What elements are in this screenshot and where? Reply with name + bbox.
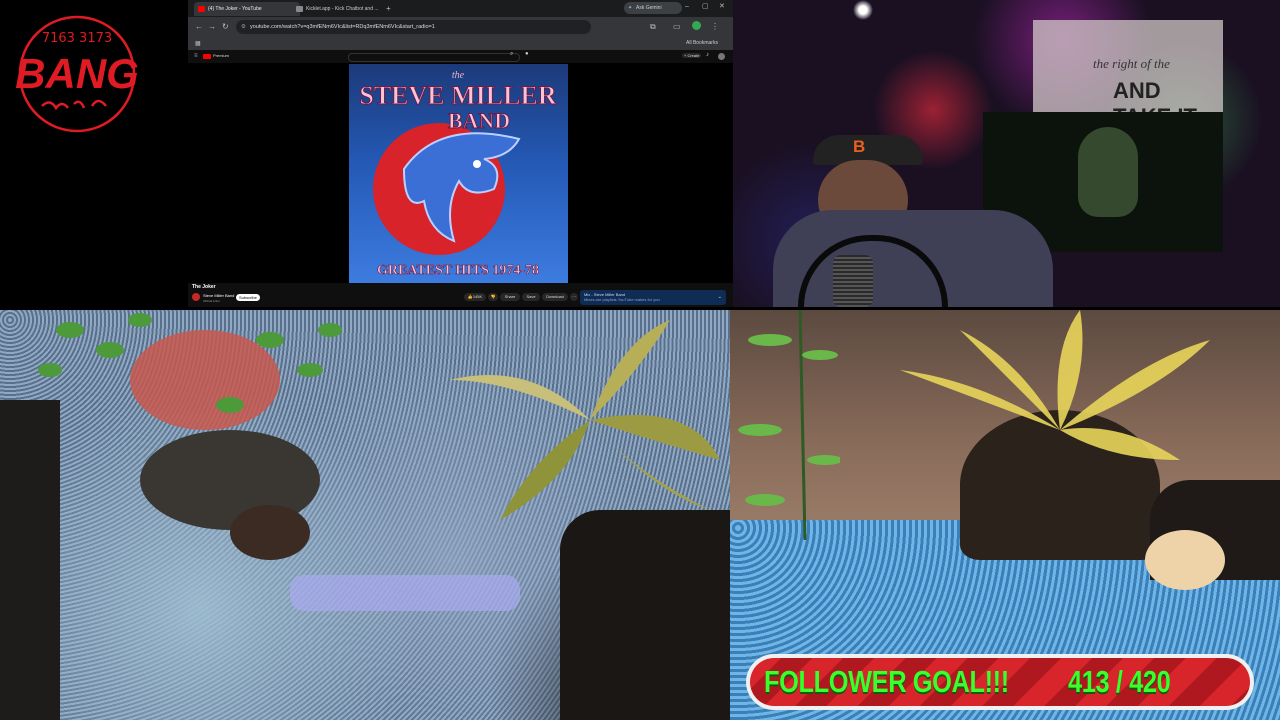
logo-text: BANG [15, 50, 139, 97]
yt-avatar[interactable] [718, 53, 725, 60]
tab-kicklet-label: Kicklet.app - Kick Chatbot and ... [306, 6, 379, 12]
channel-logo: 7163 3173 BANG [12, 14, 142, 134]
video-title: The Joker [192, 284, 216, 290]
subscribe-button[interactable]: Subscribe [236, 294, 260, 301]
youtube-page: ≡ Premium ⌕ ● + Create ♪ the STEVE MILLE… [188, 50, 733, 307]
video-player[interactable]: the STEVE MILLER BAND GREATEST HITS 1974… [188, 63, 733, 283]
video-info: The Joker Steve Miller Band Official Art… [188, 283, 733, 307]
menu-icon[interactable]: ⋮ [711, 22, 719, 32]
up-next-subtitle: Mixes are playlists YouTube makes for yo… [584, 297, 660, 302]
album-band-sub: BAND [448, 108, 510, 133]
album-cover: the STEVE MILLER BAND GREATEST HITS 1974… [349, 64, 568, 283]
all-bookmarks[interactable]: All Bookmarks [686, 40, 718, 46]
youtube-brand: Premium [213, 53, 230, 58]
address-url: youtube.com/watch?v=q3mfENm6VIc&list=RDq… [250, 24, 435, 30]
album-band-title: STEVE MILLER [359, 81, 556, 110]
download-label: Download [546, 294, 564, 299]
rock-left [0, 400, 60, 720]
plant-right [440, 320, 720, 530]
bookmarks-bar: ▦ All Bookmarks [188, 37, 733, 51]
turtle-tank-feed [0, 310, 730, 720]
site-info-icon: ⚙ [241, 24, 246, 30]
new-tab-button[interactable]: + [384, 2, 396, 16]
browser-window: (4) The Joker - YouTube Kicklet.app - Ki… [188, 0, 733, 307]
tab-youtube-label: (4) The Joker - YouTube [208, 6, 262, 12]
follower-goal-label: FOLLOWER GOAL!!! [764, 664, 1009, 699]
youtube-logo-icon[interactable] [203, 54, 211, 59]
like-count: 145K [472, 294, 483, 299]
youtube-icon [198, 6, 205, 12]
channel-subtitle: Official Artist [203, 299, 220, 303]
up-next-panel[interactable]: Mix - Steve Miller Band Mixes are playli… [580, 290, 726, 305]
back-icon[interactable]: ← [195, 22, 203, 32]
yellow-plant [890, 310, 1230, 470]
album-title: GREATEST HITS 1974-78 [377, 263, 539, 278]
plant-top [30, 310, 360, 430]
share-label: Share [504, 294, 516, 299]
tab-kicklet[interactable]: Kicklet.app - Kick Chatbot and ... [292, 2, 394, 16]
gemini-icon: ✦ [628, 5, 633, 11]
ask-gemini-label: Ask Gemini [636, 5, 662, 11]
webcam-feed: the right of the AND TAKE IT B [733, 0, 1280, 307]
more-actions-icon[interactable]: ⋯ [570, 293, 578, 301]
sidepanel-icon[interactable]: ▭ [673, 22, 681, 32]
hamburger-icon[interactable]: ≡ [194, 53, 198, 59]
banner-line: the right of the [1093, 56, 1170, 71]
channel-name[interactable]: Steve Miller Band [203, 293, 234, 298]
notification-icon[interactable]: ♪ [706, 52, 709, 58]
channel-avatar[interactable] [192, 293, 200, 301]
follower-goal-bar: FOLLOWER GOAL!!! 413 / 420 [746, 654, 1254, 710]
profile-avatar[interactable] [692, 21, 701, 30]
skull-icon [1078, 127, 1138, 217]
follower-goal-fill: FOLLOWER GOAL!!! 413 / 420 [750, 658, 1250, 706]
minimize-icon[interactable]: – [685, 2, 689, 12]
apps-icon[interactable]: ▦ [195, 39, 201, 49]
green-plant [730, 310, 843, 541]
search-input[interactable] [348, 53, 520, 62]
follower-goal-count: 413 / 420 [1068, 664, 1171, 699]
tab-bar: (4) The Joker - YouTube Kicklet.app - Ki… [188, 0, 733, 17]
microphone [833, 255, 873, 307]
bengals-logo: B [853, 137, 866, 156]
album-band-top: the [452, 70, 465, 81]
share-button[interactable]: Share [500, 293, 520, 301]
rock-right [560, 510, 730, 720]
kicklet-icon [296, 6, 303, 12]
browser-toolbar: ← → ↻ ⚙ youtube.com/watch?v=q3mfENm6VIc&… [188, 17, 733, 37]
tab-youtube[interactable]: (4) The Joker - YouTube [194, 2, 300, 16]
save-button[interactable]: Save [522, 293, 540, 301]
logo-ring-text: 7163 3173 [42, 31, 112, 46]
close-icon[interactable]: ✕ [719, 2, 725, 12]
chevron-down-icon[interactable]: ⌄ [718, 294, 722, 300]
search-icon[interactable]: ⌕ [510, 51, 513, 58]
shell [1145, 530, 1225, 590]
download-button[interactable]: Download [542, 293, 568, 301]
extensions-icon[interactable]: ⧉ [650, 22, 656, 32]
ask-gemini-button[interactable]: ✦ Ask Gemini [624, 2, 682, 14]
youtube-header: ≡ Premium ⌕ ● + Create ♪ [188, 50, 733, 63]
save-label: Save [526, 294, 536, 299]
dislike-button[interactable]: 👎 [488, 293, 498, 301]
maximize-icon[interactable]: ▢ [702, 2, 709, 12]
like-button[interactable]: 👍145K [464, 293, 486, 301]
heater [290, 575, 520, 611]
forward-icon[interactable]: → [208, 22, 216, 32]
flag-banner: the right of the AND TAKE IT [1033, 20, 1223, 129]
turtle [230, 505, 310, 560]
mic-icon[interactable]: ● [525, 51, 529, 57]
reload-icon[interactable]: ↻ [222, 22, 229, 32]
create-button[interactable]: + Create [682, 53, 702, 58]
address-bar[interactable]: ⚙ youtube.com/watch?v=q3mfENm6VIc&list=R… [236, 20, 591, 34]
